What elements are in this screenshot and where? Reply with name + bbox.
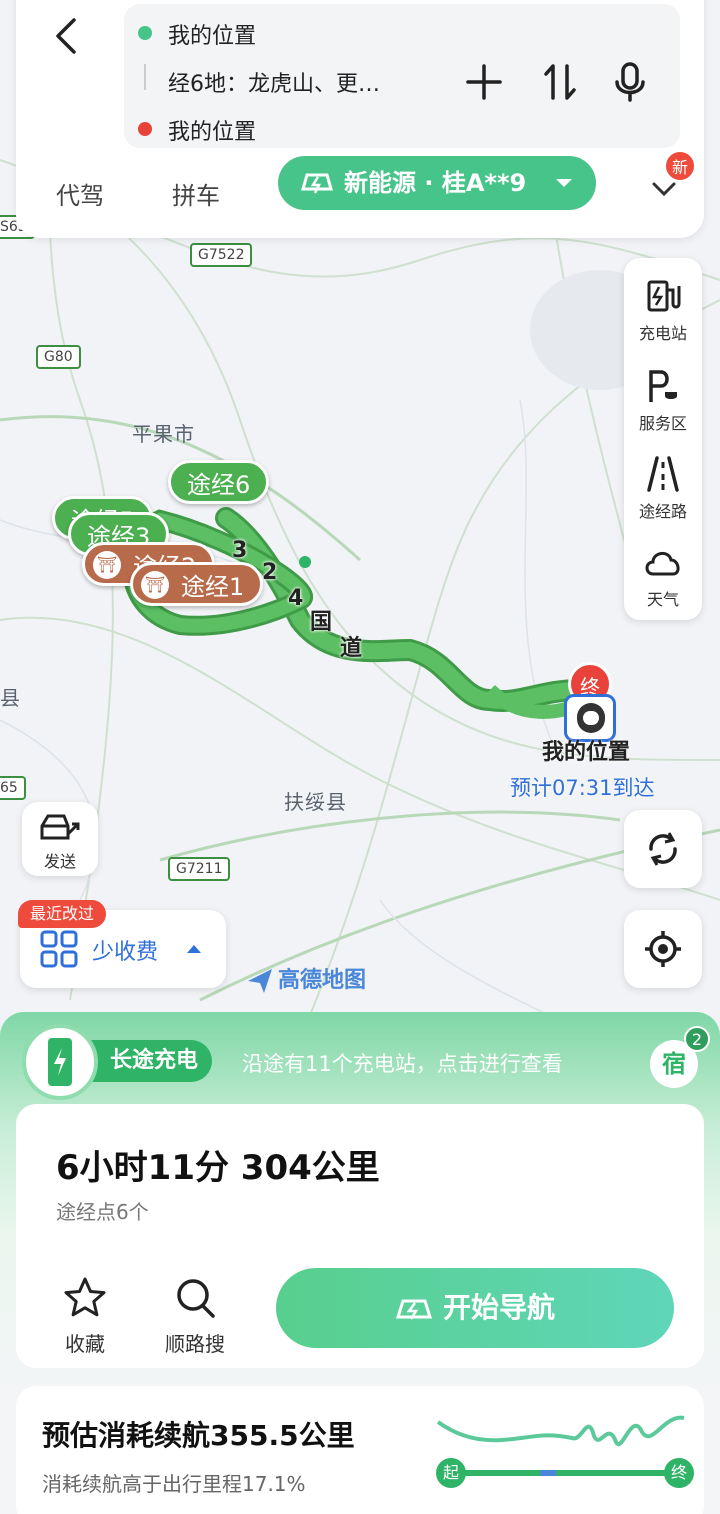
charging-text: 沿途有11个充电站，点击进行查看: [242, 1052, 563, 1076]
via-road-icon: [647, 456, 679, 492]
battery-icon: [22, 1024, 98, 1100]
charging-title: 长途充电: [88, 1040, 213, 1082]
road-name-char: 3: [232, 538, 248, 563]
add-waypoint-icon[interactable]: [462, 60, 506, 104]
weather-icon: [645, 552, 680, 576]
long-trip-charging-banner[interactable]: 长途充电 沿途有11个充电站，点击进行查看 宿 2: [18, 1018, 718, 1108]
via-road-label: 途经路: [638, 502, 687, 521]
toll-icon: ⛩: [93, 551, 121, 579]
weather-label: 天气: [646, 590, 679, 609]
service-area-button[interactable]: 服务区: [624, 366, 702, 434]
charging-station-button[interactable]: 充电站: [624, 276, 702, 344]
charging-station-icon: [647, 280, 681, 312]
city-label: 平果市: [132, 422, 195, 446]
road-shield: 65: [0, 776, 26, 800]
map-tools-panel: 充电站 服务区 途经路 天气: [624, 258, 702, 620]
route-summary-card: 6小时11分 304公里 途经点6个 收藏 顺路搜 开始导航: [16, 1104, 704, 1368]
route-input-box[interactable]: 我的位置 经6地：龙虎山、更… 我的位置: [124, 4, 680, 148]
route-preference-label: 少收费: [92, 940, 159, 965]
caret-down-icon: [556, 179, 572, 187]
favorite-label: 收藏: [65, 1332, 105, 1356]
grid-icon: [40, 930, 78, 968]
along-route-search-button[interactable]: 顺路搜: [150, 1276, 240, 1357]
along-route-search-label: 顺路搜: [165, 1332, 225, 1356]
refresh-icon: [649, 832, 677, 866]
toll-icon: ⛩: [141, 571, 169, 599]
locate-button[interactable]: [624, 910, 702, 988]
swap-icon[interactable]: [538, 60, 582, 104]
amap-logo: 高德地图: [246, 962, 366, 995]
new-badge: 新: [664, 150, 696, 182]
via-field[interactable]: 经6地：龙虎山、更…: [168, 66, 380, 98]
road-shield: G7522: [190, 243, 253, 267]
refresh-route-button[interactable]: [624, 810, 702, 888]
route-start-marker: 起: [436, 1458, 466, 1488]
eta-label: 预计07:31到达: [510, 776, 655, 800]
route-search-card: 我的位置 经6地：龙虎山、更… 我的位置 代驾 拼车 新能源 · 桂A**9 新: [16, 0, 704, 238]
tab-carpool[interactable]: 拼车: [172, 176, 220, 211]
waypoint-count: 途经点6个: [56, 1200, 149, 1224]
send-to-car-button[interactable]: 发送: [22, 802, 98, 876]
elevation-profile: 起 终: [432, 1402, 694, 1512]
origin-field[interactable]: 我的位置: [168, 18, 256, 50]
map-label: 县: [0, 686, 21, 710]
route-bottom-sheet: 长途充电 沿途有11个充电站，点击进行查看 宿 2 6小时11分 304公里 途…: [0, 1012, 720, 1514]
origin-dot: [138, 26, 152, 40]
send-car-icon: [40, 814, 80, 840]
via-road-button[interactable]: 途经路: [624, 454, 702, 522]
waypoint-tag[interactable]: 途经6: [168, 460, 270, 504]
ev-car-icon: [301, 173, 333, 194]
road-name-char: 2: [262, 560, 278, 585]
service-area-icon: [649, 370, 677, 402]
locate-icon: [645, 931, 681, 967]
recently-changed-badge: 最近改过: [18, 900, 107, 928]
search-icon: [177, 1279, 215, 1318]
back-arrow-icon[interactable]: [46, 14, 90, 58]
tab-designated-driver[interactable]: 代驾: [56, 176, 104, 211]
energy-estimate-card[interactable]: 预估消耗续航355.5公里 消耗续航高于出行里程17.1% 起 终: [16, 1386, 704, 1514]
charging-station-label: 充电站: [638, 324, 687, 343]
vehicle-label: 新能源 · 桂A**9: [344, 169, 527, 197]
send-label: 发送: [43, 852, 76, 871]
my-location-label: 我的位置: [542, 740, 631, 765]
star-icon: [64, 1277, 106, 1317]
road-name-char: 道: [340, 636, 363, 661]
city-label: 扶绥县: [284, 790, 347, 814]
caret-up-icon: [187, 945, 201, 953]
destination-field[interactable]: 我的位置: [168, 114, 256, 146]
station-count-badge: 2: [684, 1026, 710, 1052]
microphone-icon[interactable]: [608, 60, 652, 104]
road-shield: G80: [36, 345, 81, 369]
energy-subtitle: 消耗续航高于出行里程17.1%: [42, 1472, 306, 1496]
road-shield: G7211: [168, 857, 231, 881]
weather-button[interactable]: 天气: [624, 542, 702, 610]
destination-dot: [138, 122, 152, 136]
vehicle-selector[interactable]: 新能源 · 桂A**9: [278, 156, 596, 210]
ev-car-icon: [395, 1299, 433, 1320]
route-summary: 6小时11分 304公里: [56, 1148, 380, 1188]
amap-logo-icon: [248, 969, 272, 993]
service-area-label: 服务区: [638, 414, 687, 433]
energy-title: 预估消耗续航355.5公里: [42, 1419, 355, 1452]
road-name-char: 4: [288, 586, 304, 611]
waypoint-tag[interactable]: ⛩ 途经1: [130, 562, 264, 606]
start-navigation-button[interactable]: 开始导航: [276, 1268, 674, 1348]
road-name-char: 国: [310, 610, 333, 635]
route-end-marker: 终: [664, 1458, 694, 1488]
favorite-button[interactable]: 收藏: [40, 1276, 130, 1357]
